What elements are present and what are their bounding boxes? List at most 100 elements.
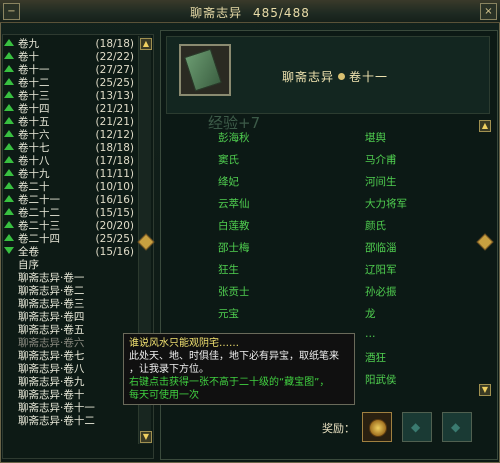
- story-name[interactable]: 白莲教: [218, 218, 250, 233]
- expand-arrow-icon: [4, 221, 14, 228]
- expand-arrow-icon: [4, 208, 14, 215]
- detail-scroll-up-icon[interactable]: ▲: [479, 120, 491, 132]
- chapter-item[interactable]: 聊斋志异·卷四: [4, 311, 152, 324]
- story-name[interactable]: 狂生: [218, 262, 239, 277]
- expand-arrow-icon: [4, 78, 14, 85]
- detail-scroll-down-icon[interactable]: ▼: [479, 384, 491, 396]
- reward-slot-2[interactable]: ◆: [402, 412, 432, 442]
- scroll-up-icon[interactable]: ▲: [140, 38, 152, 50]
- story-name[interactable]: 孙必振: [365, 284, 397, 299]
- story-name[interactable]: …: [365, 328, 376, 340]
- volume-count: (11/11): [95, 168, 134, 180]
- expand-arrow-icon: [4, 195, 14, 202]
- volume-item[interactable]: 卷十四 (21/21): [4, 103, 138, 116]
- volume-count: (18/18): [95, 38, 134, 50]
- volume-item[interactable]: 卷十九 (11/11): [4, 168, 138, 181]
- volume-item[interactable]: 卷九 (18/18): [4, 38, 138, 51]
- expand-arrow-icon: [4, 130, 14, 137]
- tooltip-usage-1: 右键点击获得一张不高于二十级的“藏宝图”，: [129, 377, 330, 388]
- story-name[interactable]: 颜氏: [365, 218, 386, 233]
- scroll-down-icon[interactable]: ▼: [140, 431, 152, 443]
- story-name[interactable]: 大力将军: [365, 196, 407, 211]
- chapter-item[interactable]: 自序: [4, 259, 152, 272]
- volume-count: (25/25): [95, 233, 134, 245]
- volume-label: 卷十五: [18, 116, 50, 128]
- expand-arrow-icon: [4, 156, 14, 163]
- minimize-button[interactable]: −: [3, 3, 20, 20]
- volume-count: (27/27): [95, 64, 134, 76]
- chapter-item[interactable]: 聊斋志异·卷十二: [4, 415, 152, 428]
- story-name[interactable]: 云萃仙: [218, 196, 250, 211]
- volume-count: (15/16): [95, 246, 134, 258]
- story-name[interactable]: 邵临淄: [365, 240, 397, 255]
- close-icon: ×: [484, 6, 493, 17]
- tooltip-description-1: 此处天、地、时俱佳，地下必有异宝，取纸笔来: [129, 351, 339, 362]
- story-name[interactable]: 窦氏: [218, 152, 239, 167]
- chapter-item[interactable]: 聊斋志异·卷二: [4, 285, 152, 298]
- expand-arrow-icon: [4, 169, 14, 176]
- book-title-main: 聊斋志异: [282, 70, 335, 84]
- volume-item[interactable]: 卷十三 (13/13): [4, 90, 138, 103]
- expand-arrow-icon: [4, 104, 14, 111]
- volume-item[interactable]: 卷二十三 (20/20): [4, 220, 138, 233]
- volume-label: 卷二十二: [18, 207, 60, 219]
- story-name[interactable]: 龙: [365, 306, 376, 321]
- volume-item[interactable]: 卷二十 (10/10): [4, 181, 138, 194]
- expand-arrow-icon: [4, 117, 14, 124]
- volume-count: (21/21): [95, 103, 134, 115]
- volume-label: 卷二十: [18, 181, 50, 193]
- empty-slot-icon: ◆: [451, 420, 461, 434]
- title-text: 聊斋志异: [190, 6, 243, 20]
- story-name[interactable]: 辽阳军: [365, 262, 397, 277]
- story-name[interactable]: 堪舆: [365, 130, 386, 145]
- volume-label: 卷十七: [18, 142, 50, 154]
- separator-dot-icon: [338, 73, 346, 80]
- close-button[interactable]: ×: [480, 3, 497, 20]
- volume-item[interactable]: 卷十二 (25/25): [4, 77, 138, 90]
- expand-arrow-icon: [4, 65, 14, 72]
- volume-item[interactable]: 卷十五 (21/21): [4, 116, 138, 129]
- volume-count: (22/22): [95, 51, 134, 63]
- volume-item[interactable]: 卷十六 (12/12): [4, 129, 138, 142]
- volume-label: 卷九: [18, 38, 39, 50]
- volume-count: (12/12): [95, 129, 134, 141]
- tooltip-title: 谁说风水只能观阴宅……: [129, 338, 239, 349]
- volume-count: (21/21): [95, 116, 134, 128]
- chapter-item[interactable]: 聊斋志异·卷一: [4, 272, 152, 285]
- volume-item[interactable]: 卷二十二 (15/15): [4, 207, 138, 220]
- story-name[interactable]: 元宝: [218, 306, 239, 321]
- tooltip-usage-2: 每天可使用一次: [129, 390, 199, 401]
- volume-count: (15/15): [95, 207, 134, 219]
- volume-label: 卷十六: [18, 129, 50, 141]
- volume-item[interactable]: 全卷 (15/16): [4, 246, 138, 259]
- story-name[interactable]: 阳武侯: [365, 372, 397, 387]
- volume-label: 卷十八: [18, 155, 50, 167]
- story-name[interactable]: 彭海秋: [218, 130, 250, 145]
- story-name[interactable]: 张贡士: [218, 284, 250, 299]
- chapter-item[interactable]: 聊斋志异·卷三: [4, 298, 152, 311]
- title-bar: 聊斋志异 485/488 − ×: [0, 0, 500, 23]
- volume-item[interactable]: 卷二十一 (16/16): [4, 194, 138, 207]
- volume-item[interactable]: 卷十 (22/22): [4, 51, 138, 64]
- story-name[interactable]: 酒狂: [365, 350, 386, 365]
- book-icon: [179, 44, 231, 96]
- tooltip-description-2: ，让我录下方位。: [129, 364, 209, 375]
- volume-item[interactable]: 卷十一 (27/27): [4, 64, 138, 77]
- volume-item[interactable]: 卷二十四 (25/25): [4, 233, 138, 246]
- reward-slot-3[interactable]: ◆: [442, 412, 472, 442]
- detail-scroll-thumb[interactable]: [476, 233, 494, 251]
- treasure-coin-icon: [369, 419, 387, 437]
- volume-item[interactable]: 卷十七 (18/18): [4, 142, 138, 155]
- story-name[interactable]: 马介甫: [365, 152, 397, 167]
- reward-slot-1[interactable]: [362, 412, 392, 442]
- story-name[interactable]: 绛妃: [218, 174, 239, 189]
- detail-scrollbar[interactable]: ▲ ▼: [476, 118, 494, 404]
- story-name[interactable]: 河间生: [365, 174, 397, 189]
- volume-item[interactable]: 卷十八 (17/18): [4, 155, 138, 168]
- volume-label: 卷二十三: [18, 220, 60, 232]
- volume-label: 卷二十四: [18, 233, 60, 245]
- minimize-icon: −: [7, 6, 16, 17]
- volume-count: (20/20): [95, 220, 134, 232]
- volume-count: (10/10): [95, 181, 134, 193]
- story-name[interactable]: 邵士梅: [218, 240, 250, 255]
